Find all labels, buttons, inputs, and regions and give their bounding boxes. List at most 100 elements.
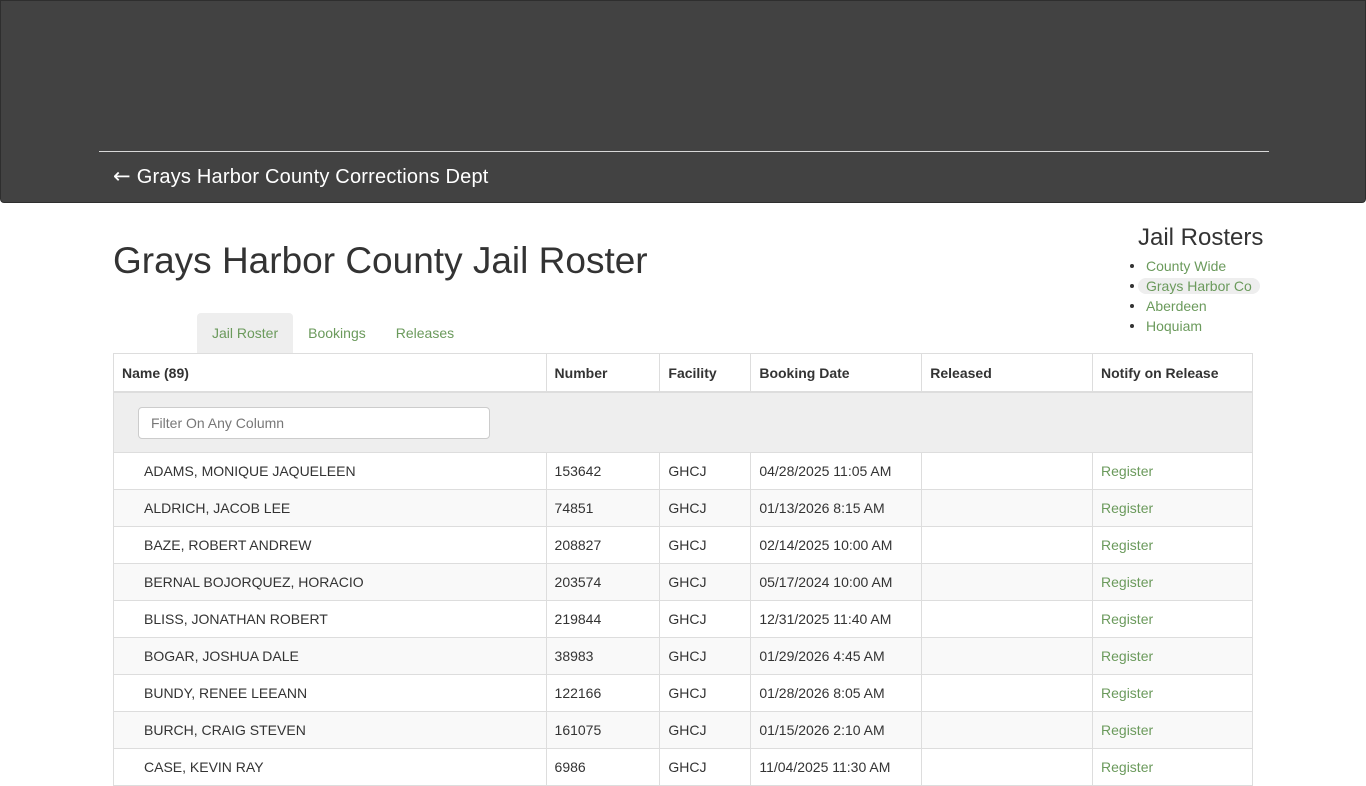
number-cell: 219844 <box>545 600 661 638</box>
roster-item-grays-harbor-co: Grays Harbor Co <box>1128 276 1268 296</box>
roster-link-aberdeen[interactable]: Aberdeen <box>1138 298 1215 314</box>
table-row: ALDRICH, JACOB LEE 74851 GHCJ 01/13/2026 8:… <box>113 489 1253 527</box>
bullet-icon <box>1130 284 1134 288</box>
table-row: ADAMS, MONIQUE JAQUELEEN 153642 GHCJ 04/28/… <box>113 452 1253 490</box>
number-cell: 203574 <box>545 563 661 601</box>
column-header-facility[interactable]: Facility <box>659 353 752 393</box>
name-cell: BLISS, JONATHAN ROBERT <box>113 600 547 638</box>
register-link[interactable]: Register <box>1101 611 1153 627</box>
notify-cell: Register <box>1092 600 1253 638</box>
facility-cell: GHCJ <box>659 674 752 712</box>
register-link[interactable]: Register <box>1101 685 1153 701</box>
back-link-label: Grays Harbor County Corrections Dept <box>136 166 489 188</box>
roster-link-grays-harbor-co[interactable]: Grays Harbor Co <box>1138 278 1260 294</box>
released-cell <box>921 711 1094 749</box>
table-row: BOGAR, JOSHUA DALE 38983 GHCJ 01/29/2026 4:… <box>113 637 1253 675</box>
notify-cell: Register <box>1092 637 1253 675</box>
header-divider <box>99 151 1269 152</box>
number-cell: 38983 <box>545 637 661 675</box>
jail-rosters-title: Jail Rosters <box>1138 224 1264 251</box>
booking-date-cell: 01/28/2026 8:05 AM <box>750 674 923 712</box>
notify-cell: Register <box>1092 674 1253 712</box>
number-cell: 161075 <box>545 711 661 749</box>
booking-date-cell: 05/17/2024 10:00 AM <box>750 563 923 601</box>
facility-cell: GHCJ <box>659 637 752 675</box>
name-cell: BURCH, CRAIG STEVEN <box>113 711 547 749</box>
released-cell <box>921 674 1094 712</box>
name-cell: BOGAR, JOSHUA DALE <box>113 637 547 675</box>
table-row: BAZE, ROBERT ANDREW 208827 GHCJ 02/14/2025 … <box>113 526 1253 564</box>
facility-cell: GHCJ <box>659 563 752 601</box>
column-header-notify-on-release[interactable]: Notify on Release <box>1092 353 1253 393</box>
number-cell: 208827 <box>545 526 661 564</box>
tab-jail-roster[interactable]: Jail Roster <box>197 313 294 353</box>
released-cell <box>921 600 1094 638</box>
number-cell: 153642 <box>545 452 661 490</box>
released-cell <box>921 526 1094 564</box>
column-header-number[interactable]: Number <box>545 353 661 393</box>
tab-bookings[interactable]: Bookings <box>293 313 381 353</box>
filter-row <box>113 391 1253 453</box>
name-cell: CASE, KEVIN RAY <box>113 748 547 786</box>
notify-cell: Register <box>1092 452 1253 490</box>
back-to-corrections-dept-link[interactable]: ← Grays Harbor County Corrections Dept <box>113 164 489 189</box>
column-header-name[interactable]: Name (89) <box>113 353 547 393</box>
register-link[interactable]: Register <box>1101 463 1153 479</box>
facility-cell: GHCJ <box>659 600 752 638</box>
booking-date-cell: 04/28/2025 11:05 AM <box>750 452 923 490</box>
tab-releases[interactable]: Releases <box>381 313 469 353</box>
register-link[interactable]: Register <box>1101 574 1153 590</box>
register-link[interactable]: Register <box>1101 500 1153 516</box>
table-row: BURCH, CRAIG STEVEN 161075 GHCJ 01/15/2026 … <box>113 711 1253 749</box>
facility-cell: GHCJ <box>659 452 752 490</box>
table-row: BLISS, JONATHAN ROBERT 219844 GHCJ 12/31/20… <box>113 600 1253 638</box>
roster-link-county-wide[interactable]: County Wide <box>1138 258 1234 274</box>
booking-date-cell: 02/14/2025 10:00 AM <box>750 526 923 564</box>
column-header-released[interactable]: Released <box>921 353 1094 393</box>
roster-item-hoquiam: Hoquiam <box>1128 316 1268 336</box>
table-row: BUNDY, RENEE LEEANN 122166 GHCJ 01/28/2026 … <box>113 674 1253 712</box>
released-cell <box>921 489 1094 527</box>
notify-cell: Register <box>1092 563 1253 601</box>
jail-rosters-panel: Jail Rosters County Wide Grays Harbor Co… <box>1128 224 1268 336</box>
roster-item-county-wide: County Wide <box>1128 256 1268 276</box>
notify-cell: Register <box>1092 526 1253 564</box>
roster-tabs: Jail Roster Bookings Releases <box>197 313 469 353</box>
name-cell: BERNAL BOJORQUEZ, HORACIO <box>113 563 547 601</box>
table-row: CASE, KEVIN RAY 6986 GHCJ 11/04/2025 11:30 … <box>113 748 1253 786</box>
booking-date-cell: 01/13/2026 8:15 AM <box>750 489 923 527</box>
name-cell: BUNDY, RENEE LEEANN <box>113 674 547 712</box>
facility-cell: GHCJ <box>659 526 752 564</box>
name-cell: ALDRICH, JACOB LEE <box>113 489 547 527</box>
table-header-row: Name (89) Number Facility Booking Date R… <box>113 353 1253 393</box>
filter-input[interactable] <box>138 406 490 439</box>
facility-cell: GHCJ <box>659 711 752 749</box>
register-link[interactable]: Register <box>1101 537 1153 553</box>
site-header: ← Grays Harbor County Corrections Dept <box>0 0 1366 203</box>
roster-link-hoquiam[interactable]: Hoquiam <box>1138 318 1210 334</box>
released-cell <box>921 563 1094 601</box>
released-cell <box>921 452 1094 490</box>
released-cell <box>921 637 1094 675</box>
booking-date-cell: 01/29/2026 4:45 AM <box>750 637 923 675</box>
filter-cell <box>113 391 1253 453</box>
bullet-icon <box>1130 324 1134 328</box>
number-cell: 74851 <box>545 489 661 527</box>
roster-table: Name (89) Number Facility Booking Date R… <box>113 353 1253 786</box>
register-link[interactable]: Register <box>1101 648 1153 664</box>
notify-cell: Register <box>1092 489 1253 527</box>
facility-cell: GHCJ <box>659 489 752 527</box>
page-title: Grays Harbor County Jail Roster <box>113 240 648 281</box>
jail-rosters-list: County Wide Grays Harbor Co Aberdeen Hoq… <box>1128 256 1268 336</box>
number-cell: 6986 <box>545 748 661 786</box>
column-header-booking-date[interactable]: Booking Date <box>750 353 923 393</box>
register-link[interactable]: Register <box>1101 722 1153 738</box>
booking-date-cell: 12/31/2025 11:40 AM <box>750 600 923 638</box>
register-link[interactable]: Register <box>1101 759 1153 775</box>
back-arrow-icon: ← <box>113 164 131 188</box>
booking-date-cell: 11/04/2025 11:30 AM <box>750 748 923 786</box>
name-cell: ADAMS, MONIQUE JAQUELEEN <box>113 452 547 490</box>
bullet-icon <box>1130 264 1134 268</box>
notify-cell: Register <box>1092 748 1253 786</box>
roster-item-aberdeen: Aberdeen <box>1128 296 1268 316</box>
